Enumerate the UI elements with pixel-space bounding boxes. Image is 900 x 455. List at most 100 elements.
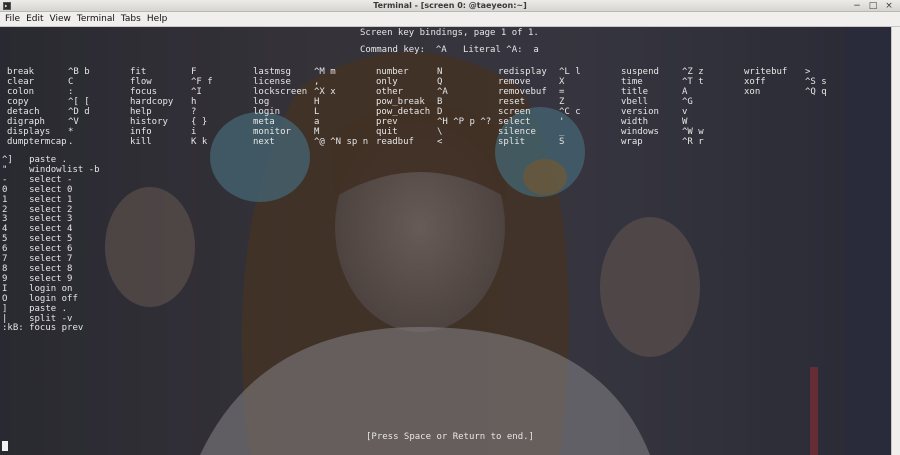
- command-key: ^H ^P p ^?: [437, 117, 492, 127]
- command-key: h: [191, 97, 197, 107]
- close-icon[interactable]: ×: [884, 1, 894, 11]
- command-key: L: [314, 107, 320, 117]
- command-name: readbuf: [376, 137, 414, 147]
- command-key: ,: [314, 77, 320, 87]
- command-name: redisplay: [498, 67, 547, 77]
- command-name: screen: [498, 107, 531, 117]
- command-name: quit: [376, 127, 398, 137]
- command-key: ^W w: [682, 127, 704, 137]
- command-key: ^T t: [682, 77, 704, 87]
- command-name: vbell: [621, 97, 649, 107]
- menu-bar: File Edit View Terminal Tabs Help: [0, 12, 900, 27]
- command-key: ^F f: [191, 77, 213, 87]
- command-key: K k: [191, 137, 208, 147]
- command-key: ': [559, 117, 565, 127]
- command-name: clear: [7, 77, 35, 87]
- command-name: silence: [498, 127, 536, 137]
- command-key: ^S s: [805, 77, 827, 87]
- command-name: digraph: [7, 117, 45, 127]
- extra-bindings-list: ^] paste . " windowlist -b - select -0 sel…: [2, 155, 100, 334]
- menu-edit[interactable]: Edit: [26, 12, 43, 27]
- command-key: ^M m: [314, 67, 336, 77]
- command-key: .: [68, 137, 74, 147]
- command-name: width: [621, 117, 649, 127]
- command-name: title: [621, 87, 649, 97]
- command-name: log: [253, 97, 270, 107]
- command-name: only: [376, 77, 398, 87]
- command-key: W: [682, 117, 688, 127]
- command-key: >: [805, 67, 811, 77]
- menu-help[interactable]: Help: [147, 12, 168, 27]
- command-name: kill: [130, 137, 152, 147]
- extra-binding-line: ] paste .: [2, 303, 68, 314]
- menu-view[interactable]: View: [50, 12, 71, 27]
- command-key: ^A: [437, 87, 448, 97]
- command-key: Z: [559, 97, 565, 107]
- command-name: login: [253, 107, 281, 117]
- command-key: _: [559, 127, 565, 137]
- command-name: info: [130, 127, 152, 137]
- command-key: ^C c: [559, 107, 581, 117]
- command-key: D: [437, 107, 443, 117]
- command-name: meta: [253, 117, 275, 127]
- command-key: ?: [191, 107, 197, 117]
- command-key: ^Q q: [805, 87, 827, 97]
- command-name: hardcopy: [130, 97, 174, 107]
- menu-terminal[interactable]: Terminal: [77, 12, 115, 27]
- command-key: ^G: [682, 97, 693, 107]
- text-cursor: [2, 441, 8, 451]
- command-key-line: Command key: ^A Literal ^A: a: [360, 45, 539, 55]
- command-name: license: [253, 77, 291, 87]
- command-name: flow: [130, 77, 152, 87]
- command-key: Q: [437, 77, 443, 87]
- command-name: version: [621, 107, 659, 117]
- press-space-footer: [Press Space or Return to end.]: [366, 432, 534, 442]
- command-name: fit: [130, 67, 147, 77]
- command-name: lastmsg: [253, 67, 291, 77]
- terminal-view[interactable]: Screen key bindings, page 1 of 1. Comman…: [0, 27, 900, 455]
- command-key: ^[ [: [68, 97, 90, 107]
- command-name: remove: [498, 77, 531, 87]
- command-name: monitor: [253, 127, 291, 137]
- command-key: *: [68, 127, 74, 137]
- command-name: lockscreen: [253, 87, 308, 97]
- command-name: xoff: [744, 77, 766, 87]
- command-key: ^B b: [68, 67, 90, 77]
- window-titlebar[interactable]: Terminal - [screen 0: @taeyeon:~] − □ ×: [0, 0, 900, 12]
- extra-binding-line: :kB: focus prev: [2, 323, 84, 334]
- command-name: split: [498, 137, 526, 147]
- command-key: \: [437, 127, 443, 137]
- command-key: v: [682, 107, 688, 117]
- command-name: colon: [7, 87, 35, 97]
- menu-tabs[interactable]: Tabs: [121, 12, 141, 27]
- command-key: X: [559, 77, 565, 87]
- command-key: ^D d: [68, 107, 90, 117]
- command-name: time: [621, 77, 643, 87]
- command-key: =: [559, 87, 565, 97]
- command-key: a: [314, 117, 320, 127]
- command-name: wrap: [621, 137, 643, 147]
- command-name: other: [376, 87, 404, 97]
- command-key: ^X x: [314, 87, 336, 97]
- vertical-scrollbar[interactable]: [891, 27, 900, 455]
- command-name: displays: [7, 127, 51, 137]
- command-key: ^R r: [682, 137, 704, 147]
- command-name: suspend: [621, 67, 659, 77]
- command-name: detach: [7, 107, 40, 117]
- command-key: ^@ ^N sp n: [314, 137, 369, 147]
- command-key: ^I: [191, 87, 202, 97]
- minimize-icon[interactable]: −: [852, 1, 862, 11]
- command-name: reset: [498, 97, 526, 107]
- command-name: copy: [7, 97, 29, 107]
- command-name: break: [7, 67, 35, 77]
- command-key: H: [314, 97, 320, 107]
- command-name: prev: [376, 117, 398, 127]
- maximize-icon[interactable]: □: [868, 1, 878, 11]
- command-key: S: [559, 137, 565, 147]
- menu-file[interactable]: File: [5, 12, 20, 27]
- help-header: Screen key bindings, page 1 of 1.: [360, 28, 539, 38]
- command-name: windows: [621, 127, 659, 137]
- command-key: ^Z z: [682, 67, 704, 77]
- command-key: :: [68, 87, 74, 97]
- command-key: F: [191, 67, 197, 77]
